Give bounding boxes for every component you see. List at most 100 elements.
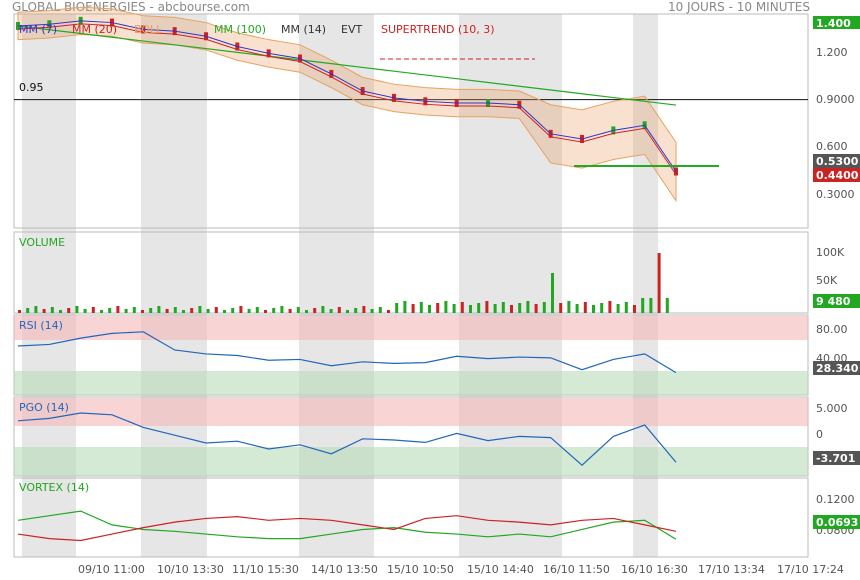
volume-bar <box>551 273 554 313</box>
legend-evt: EVT <box>341 23 362 36</box>
hline-label: 0.95 <box>19 81 44 94</box>
volume-bar <box>91 307 95 313</box>
volume-bar <box>444 301 448 313</box>
panel-frame <box>13 231 809 314</box>
volume-bar <box>190 308 194 313</box>
y-tick-price-5: 0.3000 <box>816 188 855 201</box>
panel-frame <box>13 477 809 558</box>
volume-bar <box>641 298 645 313</box>
volume-bar <box>59 310 62 313</box>
volume-bar <box>182 310 185 313</box>
volume-bar <box>419 302 423 313</box>
volume-bar <box>108 308 112 313</box>
volume-bar <box>346 310 349 313</box>
volume-bar <box>616 304 620 313</box>
vortex-label: VORTEX (14) <box>19 481 89 494</box>
volume-bar <box>321 306 325 313</box>
volume-bar <box>370 309 374 313</box>
x-label: 09/10 11:00 <box>78 563 145 576</box>
volume-bar <box>624 302 628 313</box>
x-label: 11/10 15:30 <box>232 563 299 576</box>
y-tick-volume-1: 100K <box>816 246 845 259</box>
y-tick-pgo-1: 5.000 <box>816 402 848 415</box>
volume-bar <box>534 304 538 313</box>
volume-bar <box>477 303 481 313</box>
legend-mm7: MM (7) <box>19 23 57 36</box>
volume-bar <box>485 301 489 313</box>
volume-bar <box>411 304 415 313</box>
legend-mm100: MM (100) <box>214 23 266 36</box>
volume-bar <box>567 301 571 313</box>
volume-badge: 9 480 <box>816 295 851 308</box>
legend-boll: BOLL <box>134 23 163 36</box>
volume-bar <box>247 309 251 313</box>
volume-bar <box>157 306 161 313</box>
volume-bar <box>313 308 317 313</box>
volume-bar <box>296 307 300 313</box>
x-label: 16/10 11:50 <box>543 563 610 576</box>
volume-bar <box>526 301 530 313</box>
pgo-label: PGO (14) <box>19 401 69 414</box>
volume-bar <box>264 310 267 313</box>
volume-bar <box>600 303 604 313</box>
volume-bar <box>501 302 505 313</box>
volume-bar <box>100 310 103 313</box>
volume-bar <box>206 309 210 313</box>
last-price-badge: 0.5300 <box>816 155 859 168</box>
volume-bar <box>239 306 243 313</box>
volume-bar <box>559 303 563 313</box>
volume-bar <box>510 305 513 313</box>
x-label: 17/10 13:34 <box>698 563 765 576</box>
volume-bar <box>124 309 128 313</box>
volume-bar <box>116 306 120 313</box>
volume-bar <box>469 305 472 313</box>
volume-bar <box>428 305 431 313</box>
volume-bar <box>452 304 456 313</box>
volume-bar <box>132 307 136 313</box>
volume-bar <box>665 298 669 313</box>
stock-chart[interactable]: MM (7) MM (20) BOLL MM (100) MM (14) EVT… <box>0 0 860 580</box>
volume-bar <box>34 306 38 313</box>
y-tick-volume-2: 50K <box>816 274 838 287</box>
pgo-badge: -3.701 <box>816 452 855 465</box>
x-label: 15/10 14:40 <box>467 563 534 576</box>
volume-bar <box>67 308 71 313</box>
x-label: 17/10 17:24 <box>777 563 844 576</box>
volume-bar <box>460 302 464 313</box>
x-label: 14/10 13:50 <box>311 563 378 576</box>
x-label: 16/10 16:30 <box>621 563 688 576</box>
vortex-badge: 0.0693 <box>816 516 858 529</box>
rsi-label: RSI (14) <box>19 319 63 332</box>
volume-bar <box>518 303 522 313</box>
low-price-badge: 0.4400 <box>816 169 859 182</box>
volume-bar <box>173 307 177 313</box>
volume-bar <box>305 310 308 313</box>
volume-bar <box>288 309 292 313</box>
price-top-badge: 1.400 <box>816 17 851 30</box>
rsi-overbought-zone <box>14 316 808 340</box>
volume-bar <box>493 304 497 313</box>
volume-bar <box>436 303 440 313</box>
volume-bar <box>542 302 546 313</box>
volume-bar <box>403 301 407 313</box>
y-tick-vortex-1: 0.1200 <box>816 493 855 506</box>
volume-bar <box>165 309 169 313</box>
legend-mm20: MM (20) <box>72 23 117 36</box>
volume-bar <box>141 310 144 313</box>
volume-bar <box>26 308 30 313</box>
volume-bar <box>329 309 333 313</box>
volume-bar <box>231 308 235 313</box>
volume-bar <box>362 306 366 313</box>
volume-bar <box>214 307 218 313</box>
volume-bar <box>50 307 54 313</box>
volume-bar <box>633 305 636 313</box>
volume-bar <box>42 309 46 313</box>
x-label: 15/10 10:50 <box>387 563 454 576</box>
volume-bar <box>575 304 579 313</box>
legend-supertrend: SUPERTREND (10, 3) <box>381 23 495 36</box>
pgo-lower-zone <box>14 447 808 476</box>
volume-bar <box>649 298 653 313</box>
volume-bar <box>198 306 202 313</box>
volume-bar <box>378 307 382 313</box>
y-tick-price-4: 0.600 <box>816 140 848 153</box>
